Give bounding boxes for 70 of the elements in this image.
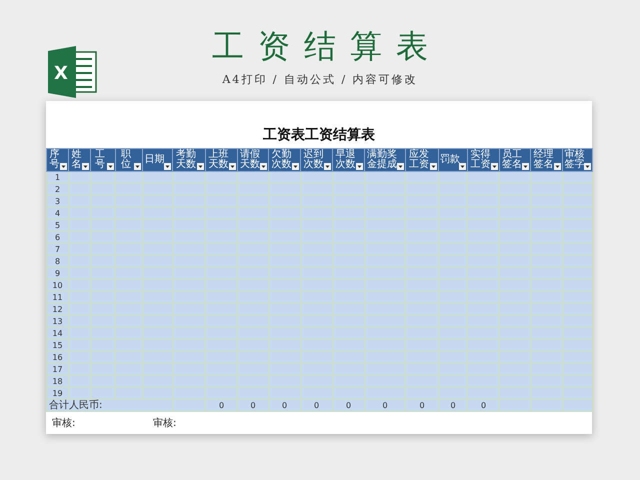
filter-button[interactable] <box>491 163 498 170</box>
row-number: 8 <box>54 256 60 266</box>
row-number: 18 <box>52 376 63 386</box>
row-number: 17 <box>52 364 63 374</box>
signature-label: 审核: <box>52 416 76 430</box>
filter-button[interactable] <box>584 163 591 170</box>
column-header: 上班天数 <box>206 148 238 172</box>
column-header: 迟到次数 <box>300 148 332 172</box>
filter-button[interactable] <box>229 163 236 170</box>
filter-button[interactable] <box>134 163 141 170</box>
total-value: 0 <box>450 400 456 410</box>
filter-button[interactable] <box>324 163 331 170</box>
row-number: 10 <box>52 280 63 290</box>
filter-button[interactable] <box>60 163 67 170</box>
row-number: 15 <box>52 340 63 350</box>
filter-button[interactable] <box>292 163 299 170</box>
row-number: 3 <box>54 196 60 206</box>
column-header: 早退次数 <box>332 148 364 172</box>
column-header: 满勤奖金提成 <box>364 148 406 172</box>
filter-button[interactable] <box>164 163 171 170</box>
filter-button[interactable] <box>107 163 114 170</box>
column-header: 工号 <box>90 148 116 172</box>
column-header: 欠勤次数 <box>268 148 300 172</box>
column-header: 应发工资 <box>406 148 438 172</box>
column-header: 员工签名 <box>500 148 530 172</box>
filter-button[interactable] <box>430 163 437 170</box>
column-header: 考勤天数 <box>172 148 206 172</box>
column-header: 请假天数 <box>238 148 268 172</box>
row-number: 6 <box>54 232 60 242</box>
filter-button[interactable] <box>197 163 204 170</box>
total-value: 0 <box>282 400 288 410</box>
filter-button[interactable] <box>522 163 529 170</box>
row-number: 2 <box>54 184 60 194</box>
total-value: 0 <box>480 400 486 410</box>
filter-button[interactable] <box>554 163 561 170</box>
row-number: 11 <box>52 292 63 302</box>
row-number: 19 <box>52 388 63 398</box>
total-value: 0 <box>419 400 425 410</box>
column-header: 实得工资 <box>468 148 500 172</box>
row-number: 9 <box>54 268 60 278</box>
column-header: 日期 <box>142 148 172 172</box>
column-header: 职位 <box>116 148 142 172</box>
total-value: 0 <box>250 400 256 410</box>
row-number: 7 <box>54 244 60 254</box>
total-value: 0 <box>382 400 388 410</box>
column-header: 审核签字 <box>562 148 592 172</box>
total-value: 0 <box>346 400 352 410</box>
row-number: 16 <box>52 352 63 362</box>
total-value: 0 <box>314 400 320 410</box>
row-number: 14 <box>52 328 63 338</box>
column-header: 罚款 <box>438 148 468 172</box>
subtitle: A4打印 / 自动公式 / 内容可修改 <box>222 72 418 88</box>
filter-button[interactable] <box>459 163 466 170</box>
filter-button[interactable] <box>260 163 267 170</box>
row-number: 5 <box>54 220 60 230</box>
column-header: 姓名 <box>68 148 90 172</box>
row-number: 13 <box>52 316 63 326</box>
filter-button[interactable] <box>82 163 89 170</box>
sheet-title: 工资表工资结算表 <box>263 127 375 143</box>
total-value: 0 <box>218 400 224 410</box>
totals-label: 合计人民币: <box>49 400 102 410</box>
signature-label: 审核: <box>153 416 176 430</box>
filter-button[interactable] <box>356 163 363 170</box>
column-header: 序号 <box>46 148 68 172</box>
filter-button[interactable] <box>397 163 404 170</box>
row-number: 1 <box>54 172 60 182</box>
row-number: 12 <box>52 304 63 314</box>
column-header: 经理签名 <box>530 148 562 172</box>
row-number: 4 <box>54 208 60 218</box>
page-title: 工资结算表 <box>211 30 443 62</box>
